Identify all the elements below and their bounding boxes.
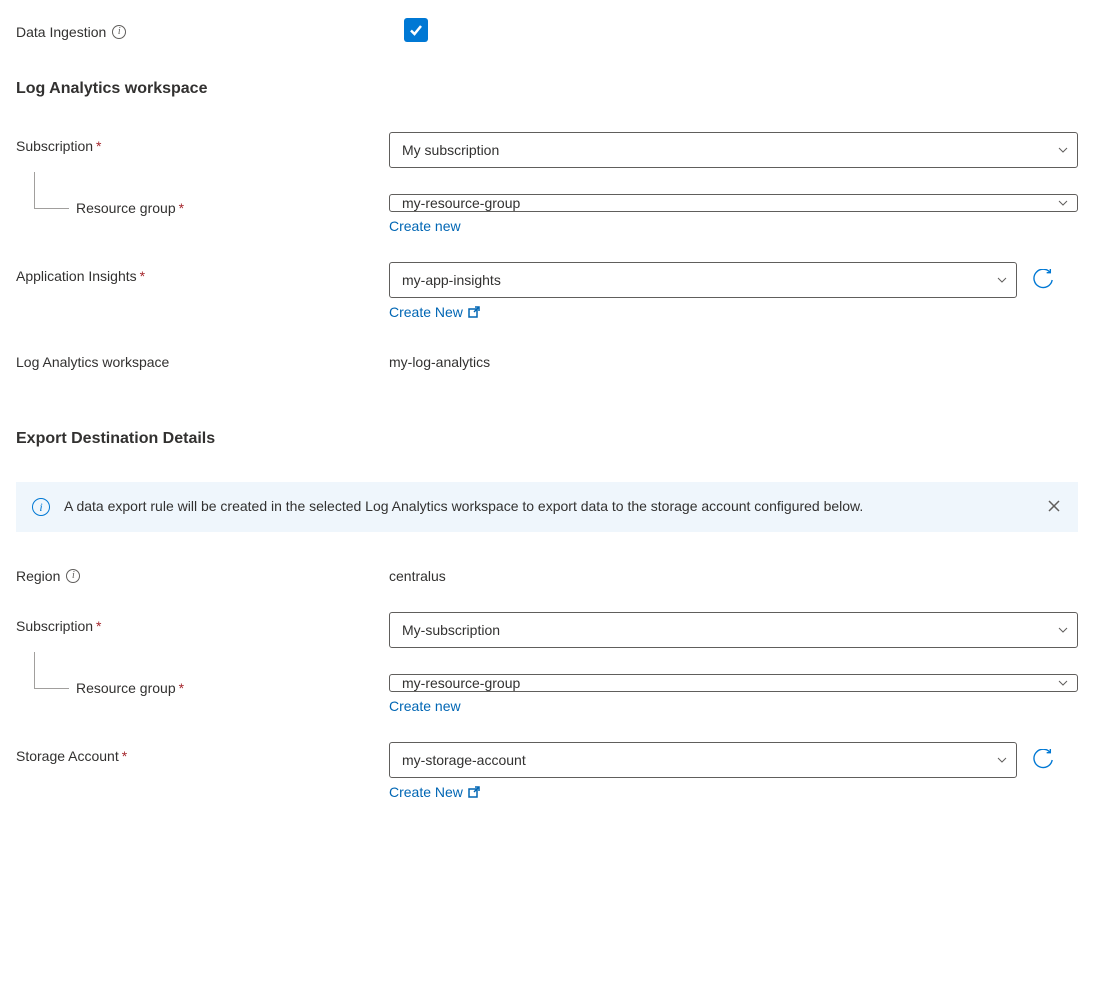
required-asterisk: * xyxy=(122,748,127,764)
law-subscription-value: My subscription xyxy=(402,142,499,158)
law-resource-group-label: Resource group* xyxy=(16,194,389,216)
law-subscription-dropdown[interactable]: My subscription xyxy=(389,132,1078,168)
app-insights-create-new-link[interactable]: Create New xyxy=(389,304,481,320)
info-banner-close-button[interactable] xyxy=(1046,498,1062,514)
refresh-icon xyxy=(1032,749,1054,771)
export-region-value: centralus xyxy=(389,562,446,584)
required-asterisk: * xyxy=(96,618,101,634)
data-ingestion-label-text: Data Ingestion xyxy=(16,24,106,40)
info-icon: i xyxy=(32,498,50,516)
chevron-down-icon xyxy=(1057,624,1069,636)
app-insights-dropdown[interactable]: my-app-insights xyxy=(389,262,1017,298)
required-asterisk: * xyxy=(140,268,145,284)
chevron-down-icon xyxy=(996,754,1008,766)
data-ingestion-row: Data Ingestion i xyxy=(16,18,1078,42)
export-region-row: Region i centralus xyxy=(16,562,1078,584)
export-subscription-dropdown[interactable]: My-subscription xyxy=(389,612,1078,648)
law-resource-group-dropdown[interactable]: my-resource-group xyxy=(389,194,1078,212)
chevron-down-icon xyxy=(1057,197,1069,209)
info-icon[interactable]: i xyxy=(66,569,80,583)
data-ingestion-checkbox[interactable] xyxy=(404,18,428,42)
law-workspace-row: Log Analytics workspace my-log-analytics xyxy=(16,348,1078,370)
chevron-down-icon xyxy=(1057,677,1069,689)
app-insights-row: Application Insights* my-app-insights Cr… xyxy=(16,262,1078,320)
app-insights-value: my-app-insights xyxy=(402,272,501,288)
export-resource-group-create-new-link[interactable]: Create new xyxy=(389,698,461,714)
chevron-down-icon xyxy=(996,274,1008,286)
storage-account-refresh-button[interactable] xyxy=(1031,748,1055,772)
info-icon[interactable]: i xyxy=(112,25,126,39)
export-subscription-value: My-subscription xyxy=(402,622,500,638)
law-subscription-row: Subscription* My subscription xyxy=(16,132,1078,168)
export-subscription-label: Subscription* xyxy=(16,612,389,634)
info-banner: i A data export rule will be created in … xyxy=(16,482,1078,532)
section-log-analytics: Log Analytics workspace xyxy=(16,80,1078,98)
storage-account-value: my-storage-account xyxy=(402,752,526,768)
export-resource-group-label: Resource group* xyxy=(16,674,389,696)
data-ingestion-label: Data Ingestion i xyxy=(16,18,389,40)
section-export-destination: Export Destination Details xyxy=(16,430,1078,448)
law-resource-group-value: my-resource-group xyxy=(402,195,520,211)
required-asterisk: * xyxy=(179,680,184,696)
law-resource-group-create-new-link[interactable]: Create new xyxy=(389,218,461,234)
info-banner-text: A data export rule will be created in th… xyxy=(64,496,1034,518)
storage-account-dropdown[interactable]: my-storage-account xyxy=(389,742,1017,778)
law-subscription-label: Subscription* xyxy=(16,132,389,154)
export-resource-group-row: Resource group* my-resource-group Create… xyxy=(16,674,1078,714)
app-insights-label: Application Insights* xyxy=(16,262,389,284)
app-insights-refresh-button[interactable] xyxy=(1031,268,1055,292)
export-resource-group-dropdown[interactable]: my-resource-group xyxy=(389,674,1078,692)
required-asterisk: * xyxy=(96,138,101,154)
law-resource-group-row: Resource group* my-resource-group Create… xyxy=(16,194,1078,234)
export-resource-group-value: my-resource-group xyxy=(402,675,520,691)
external-link-icon xyxy=(467,305,481,319)
export-region-label: Region i xyxy=(16,562,389,584)
external-link-icon xyxy=(467,785,481,799)
storage-account-label: Storage Account* xyxy=(16,742,389,764)
close-icon xyxy=(1046,498,1062,514)
law-workspace-label: Log Analytics workspace xyxy=(16,348,389,370)
law-workspace-value: my-log-analytics xyxy=(389,348,490,370)
storage-account-create-new-link[interactable]: Create New xyxy=(389,784,481,800)
export-subscription-row: Subscription* My-subscription xyxy=(16,612,1078,648)
storage-account-row: Storage Account* my-storage-account Crea… xyxy=(16,742,1078,800)
refresh-icon xyxy=(1032,269,1054,291)
required-asterisk: * xyxy=(179,200,184,216)
chevron-down-icon xyxy=(1057,144,1069,156)
